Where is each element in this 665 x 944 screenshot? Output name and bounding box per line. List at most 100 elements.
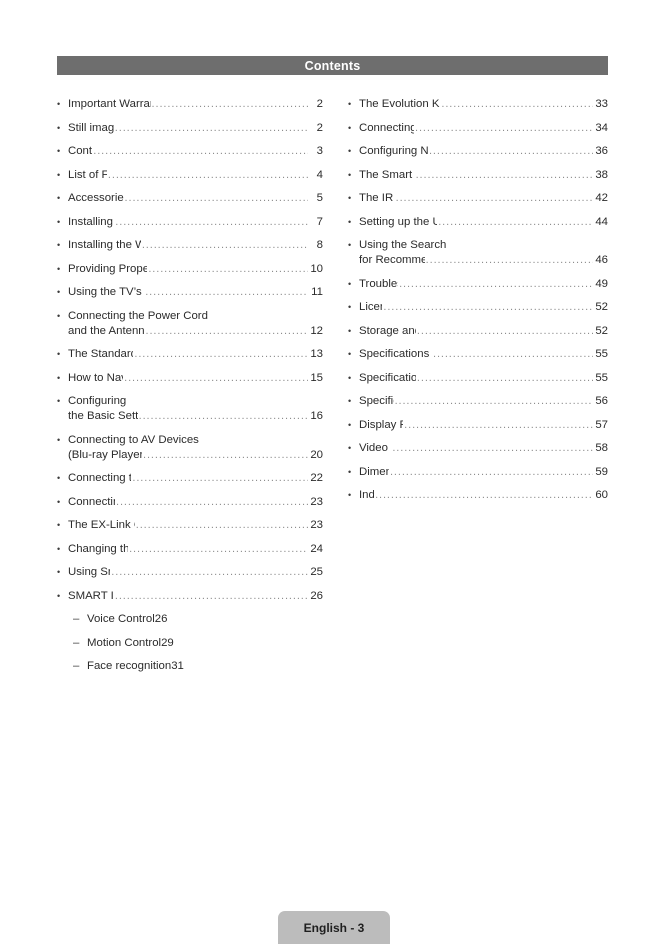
toc-entry-last-line: Still image warning 2 (68, 121, 323, 136)
toc-entry[interactable]: • Important Warranty Information Regardin… (57, 97, 323, 112)
toc-entry-body: Still image warning 2 (68, 121, 323, 136)
toc-entry[interactable]: • Using the TV’s Controller (Panel Key) 11 (57, 285, 323, 300)
toc-entry-last-line: The IR Blaster 42 (359, 191, 608, 206)
toc-sub-entry[interactable]: – Face recognition31 (73, 659, 323, 674)
toc-entry-body: Index 60 (359, 488, 608, 503)
toc-entry-line: Connecting to AV Devices (68, 433, 323, 448)
toc-entry[interactable]: • Licenses 52 (348, 300, 608, 315)
toc-entry-label: Connecting the Power Cord (68, 309, 208, 322)
toc-entry-last-line: Specifications - Smart Touch Control 55 (359, 347, 608, 362)
toc-entry-body: Important Warranty Information Regarding… (68, 97, 323, 112)
toc-entry-label: Video Codec (359, 442, 391, 454)
toc-sub-entry[interactable]: – Motion Control29 (73, 636, 323, 651)
toc-entry[interactable]: • Specifications - Smart Touch Control 55 (348, 347, 608, 362)
toc-page-number: 33 (595, 98, 608, 110)
toc-page-number: 34 (595, 121, 608, 134)
toc-entry-body: Video Codec 58 (359, 441, 608, 456)
bullet-icon: • (348, 216, 352, 227)
toc-entry[interactable]: • The Standard Remote Control 13 (57, 347, 323, 362)
toc-entry[interactable]: • Accessories and Cables 5 (57, 191, 323, 206)
toc-entry-label: Using Smart Hub (68, 566, 110, 578)
toc-entry[interactable]: • Specifications - IR Blaster 55 (348, 371, 608, 386)
toc-entry[interactable]: • Providing Proper Ventilation for Your T… (57, 262, 323, 277)
toc-entry-label: Specifications - IR Blaster (359, 371, 416, 384)
toc-entry[interactable]: • Using Smart Hub 25 (57, 565, 323, 580)
toc-entry-last-line: Important Warranty Information Regarding… (68, 97, 323, 112)
toc-entry-label: How to Navigate Menus (68, 371, 123, 384)
bullet-icon: • (348, 490, 352, 500)
toc-entry-last-line: the Basic Settings in Initial Setup 16 (68, 409, 323, 424)
dot-leader (124, 371, 308, 386)
toc-entry-last-line: Index 60 (359, 488, 608, 503)
toc-entry-body: The Smart Touch Control 38 (359, 168, 608, 183)
dot-leader (399, 277, 593, 292)
toc-entry[interactable]: • Configuring Network Connections 36 (348, 144, 608, 159)
dot-leader (415, 121, 593, 136)
toc-entry-last-line: for Recommended Model Code 46 (359, 253, 608, 268)
toc-entry-last-line: Video Codec 58 (359, 441, 608, 456)
toc-entry-body: Providing Proper Ventilation for Your TV… (68, 262, 323, 277)
toc-entry[interactable]: • Setting up the Universal Remote Control… (348, 215, 608, 230)
toc-entry[interactable]: • List of Features 4 (57, 168, 323, 183)
toc-entry[interactable]: • The EX-Link Cable Connection 23 (57, 518, 323, 533)
toc-entry-body: Connecting to a PC 23 (68, 495, 323, 510)
toc-entry-body: Configuring Network Connections 36 (359, 144, 608, 159)
toc-entry[interactable]: • Connecting to AV Devices (Blu-ray Player… (57, 433, 323, 463)
toc-entry[interactable]: • Connecting the Power Cord and the Antenn… (57, 309, 323, 339)
toc-entry[interactable]: • Installing the Stand 7 (57, 215, 323, 230)
toc-entry-label: Licenses (359, 301, 382, 313)
toc-entry[interactable]: • The IR Blaster 42 (348, 191, 608, 206)
toc-entry[interactable]: • Video Codec 58 (348, 441, 608, 456)
dash-icon: – (73, 613, 80, 625)
toc-entry[interactable]: • Dimensions 59 (348, 465, 608, 480)
toc-entry[interactable]: • Storage and Maintenance 52 (348, 324, 608, 339)
toc-entry[interactable]: • Connecting to a Network 34 (348, 121, 608, 136)
toc-entry[interactable]: • Using the Search for Recommended Model C… (348, 238, 608, 268)
toc-entry[interactable]: • Connecting to a PC 23 (57, 495, 323, 510)
toc-entry-label: Connecting to Audio Devices (68, 472, 132, 484)
toc-entry[interactable]: • Configuring the Basic Settings in Initia… (57, 394, 323, 424)
dot-leader (390, 465, 593, 480)
toc-entry-body: How to Navigate Menus 15 (68, 371, 323, 386)
bullet-icon: • (57, 590, 61, 601)
dot-leader (148, 262, 308, 277)
bullet-icon: • (57, 543, 61, 554)
toc-page-number: 55 (595, 371, 608, 384)
toc-entry[interactable]: • The Evolution Kit Slot (Kit Sold Separa… (348, 97, 608, 112)
toc-page-number: 22 (310, 472, 323, 484)
toc-entry[interactable]: • Changing the Input Source 24 (57, 542, 323, 557)
toc-entry[interactable]: • The Smart Touch Control 38 (348, 168, 608, 183)
toc-entry[interactable]: • How to Navigate Menus 15 (57, 371, 323, 386)
dot-leader (134, 347, 308, 362)
toc-entry-label: the Basic Settings in Initial Setup (68, 410, 138, 422)
toc-sub-entry-label: Motion Control (87, 636, 162, 649)
toc-entry[interactable]: • Display Resolution 57 (348, 418, 608, 433)
toc-sub-entry[interactable]: – Voice Control26 (73, 612, 323, 627)
toc-entry-body: The Evolution Kit Slot (Kit Sold Separat… (359, 97, 608, 112)
toc-entry[interactable]: • Specifications 56 (348, 394, 608, 409)
bullet-icon: • (348, 349, 352, 359)
toc-entry-label: Setting up the Universal Remote Control (359, 215, 438, 228)
bullet-icon: • (57, 567, 61, 577)
toc-entry-label: Dimensions (359, 465, 389, 478)
toc-entry[interactable]: • Still image warning 2 (57, 121, 323, 136)
toc-entry[interactable]: • SMART Interaction 26 (57, 589, 323, 604)
toc-entry-body: Setting up the Universal Remote Control 4… (359, 215, 608, 230)
toc-entry[interactable]: • Troubleshooting 49 (348, 277, 608, 292)
toc-page-number: 36 (595, 145, 608, 157)
dot-leader (438, 215, 593, 230)
toc-entry[interactable]: • Connecting to Audio Devices 22 (57, 471, 323, 486)
bullet-icon: • (348, 193, 352, 203)
toc-entry-label: Using the Search (359, 239, 447, 251)
toc-entry-line: Using the Search (359, 238, 608, 253)
toc-entry-last-line: Connecting to a Network 34 (359, 121, 608, 136)
toc-entry-body: Configuring the Basic Settings in Initial… (68, 394, 323, 424)
toc-entry[interactable]: • Index 60 (348, 488, 608, 503)
toc-page-number: 52 (595, 324, 608, 337)
toc-entry[interactable]: • Installing the Wall Mount (Optional) 8 (57, 238, 323, 253)
toc-page-number: 29 (161, 636, 174, 649)
toc-entry-label: Installing the Wall Mount (Optional) (68, 239, 141, 251)
toc-entry[interactable]: • Contents 3 (57, 144, 323, 159)
dot-leader (93, 144, 308, 159)
toc-entry-label: The Standard Remote Control (68, 348, 134, 360)
